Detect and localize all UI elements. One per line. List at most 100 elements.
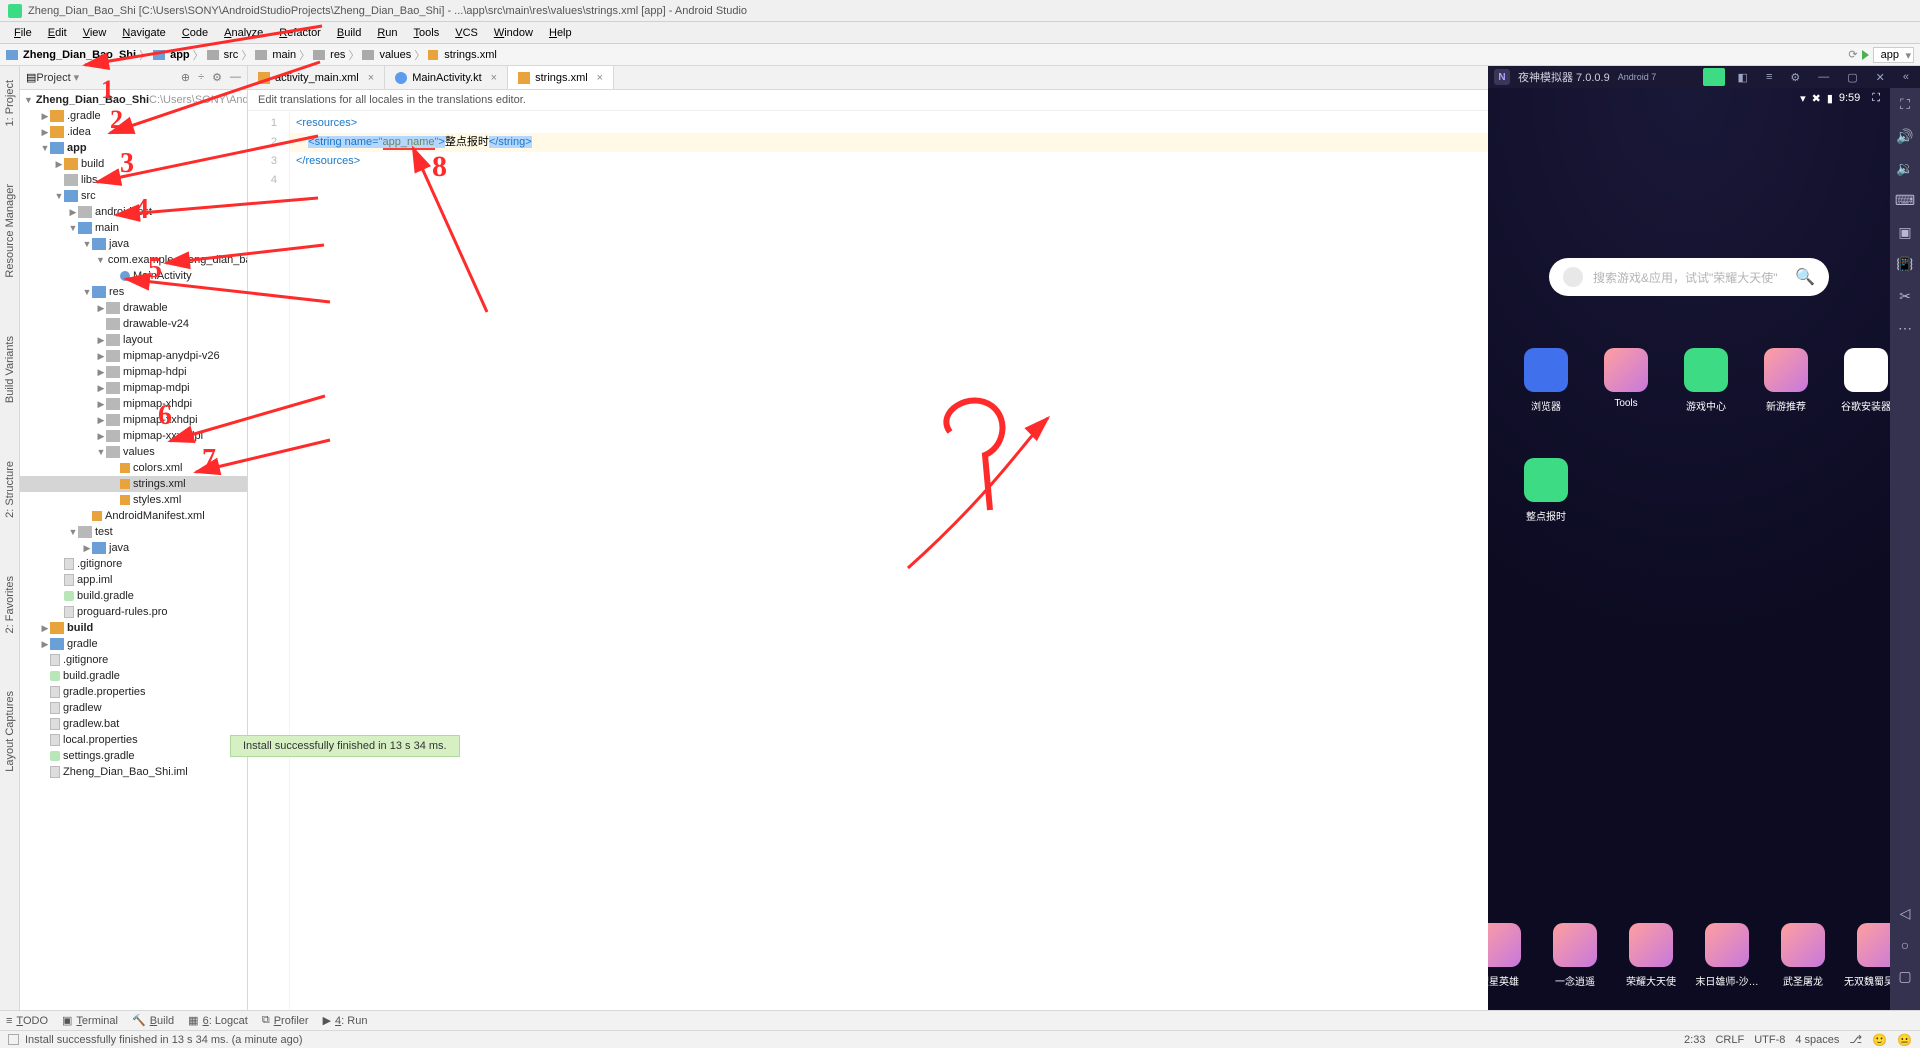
menu-tools[interactable]: Tools [406,24,448,42]
emulator-screen[interactable]: ▾ ✖ ▮ 9:59 ⛶ 搜索游戏&应用，试试"荣耀大天使" 🔍 浏览器Tool… [1488,88,1890,1010]
tree-item[interactable]: drawable-v24 [20,316,247,332]
tree-item[interactable]: ▼main [20,220,247,236]
settings-gear-icon[interactable]: ⚙ [1785,69,1805,86]
tree-item[interactable]: ▶.gradle [20,108,247,124]
code-line[interactable]: <resources> [290,114,1488,133]
recents-icon[interactable]: ▢ [1898,968,1911,985]
tree-item[interactable]: ▶java [20,540,247,556]
gear-icon[interactable]: ⚙ [212,71,222,84]
tree-item[interactable]: local.properties [20,732,247,748]
launcher-app[interactable]: 一念逍遥 [1553,923,1597,988]
tree-item[interactable]: libs [20,172,247,188]
editor-tab[interactable]: activity_main.xml× [248,66,385,89]
more-icon[interactable]: ⋯ [1898,320,1912,337]
tree-item[interactable]: ▼java [20,236,247,252]
expand-icon[interactable]: ⛶ [1900,96,1910,113]
tree-item[interactable]: ▶mipmap-xxhdpi [20,412,247,428]
menu-vcs[interactable]: VCS [447,24,486,42]
bottom-tab-profiler[interactable]: ⧉Profiler [262,1014,309,1027]
launcher-app[interactable]: 浏览器 [1524,348,1568,413]
menu-refactor[interactable]: Refactor [271,24,329,42]
tree-item[interactable]: ▶build [20,156,247,172]
tool-windows-toggle-icon[interactable] [8,1034,19,1045]
launcher-app[interactable]: 荣耀大天使 [1629,923,1673,988]
launcher-app[interactable]: 武圣屠龙 [1781,923,1825,988]
menu-build[interactable]: Build [329,24,369,42]
sync-icon[interactable]: ⟳ [1848,48,1857,61]
tree-item[interactable]: ▶drawable [20,300,247,316]
bottom-tab-todo[interactable]: ≡TODO [6,1015,48,1027]
menu-code[interactable]: Code [174,24,216,42]
project-scope-selector[interactable]: Project [36,72,70,84]
tree-item[interactable]: ▶mipmap-hdpi [20,364,247,380]
tree-item[interactable]: ▼app [20,140,247,156]
translations-banner[interactable]: Edit translations for all locales in the… [248,90,1488,111]
close-tab-icon[interactable]: × [491,72,497,84]
app-icon[interactable] [1524,348,1568,392]
app-icon[interactable] [1604,348,1648,392]
app-icon[interactable] [1764,348,1808,392]
tree-item[interactable]: ▶build [20,620,247,636]
tree-item[interactable]: gradle.properties [20,684,247,700]
launcher-app[interactable]: 新游推荐 [1764,348,1808,413]
tree-item[interactable]: strings.xml [20,476,247,492]
close-tab-icon[interactable]: × [597,72,603,84]
maximize-icon[interactable]: ▢ [1842,69,1862,86]
tool-tab-resourcemanager[interactable]: Resource Manager [2,180,18,282]
tree-item[interactable]: .gitignore [20,556,247,572]
tree-item[interactable]: MainActivity [20,268,247,284]
tree-item[interactable]: build.gradle [20,668,247,684]
home-icon[interactable]: ○ [1901,937,1909,953]
launcher-search-bar[interactable]: 搜索游戏&应用，试试"荣耀大天使" 🔍 [1549,258,1829,296]
tree-item[interactable]: ▼res [20,284,247,300]
file-encoding[interactable]: UTF-8 [1754,1034,1785,1046]
fullscreen-icon[interactable]: ⛶ [1872,92,1880,105]
code-line[interactable]: </resources> [290,152,1488,171]
memory-face-icon[interactable]: 😐 [1897,1033,1912,1047]
project-tree[interactable]: ▼Zheng_Dian_Bao_Shi C:\Users\SONY\Andro▶… [20,90,247,1010]
menu-icon[interactable]: ≡ [1761,69,1777,85]
tree-root[interactable]: ▼Zheng_Dian_Bao_Shi C:\Users\SONY\Andro [20,92,247,108]
tree-item[interactable]: ▶layout [20,332,247,348]
editor-tab[interactable]: strings.xml× [508,66,614,89]
editor-tab[interactable]: MainActivity.kt× [385,66,508,89]
breadcrumb-file[interactable]: strings.xml [444,49,497,61]
tree-item[interactable]: gradlew.bat [20,716,247,732]
screenshot-icon[interactable]: ▣ [1898,224,1911,241]
app-icon[interactable] [1781,923,1825,967]
bottom-tab-logcat[interactable]: ▦6: Logcat [188,1014,248,1027]
run-config-selector[interactable]: app [1873,47,1914,63]
breadcrumb-item[interactable]: src [224,49,239,61]
caret-position[interactable]: 2:33 [1684,1034,1705,1046]
string-value[interactable]: 整点报时 [445,136,489,148]
tool-tab-structure[interactable]: 2: Structure [2,457,18,522]
tree-item[interactable]: ▼com.example.zheng_dian_bao [20,252,247,268]
close-tab-icon[interactable]: × [368,72,374,84]
tree-item[interactable]: ▶mipmap-xxxhdpi [20,428,247,444]
breadcrumb-root[interactable]: Zheng_Dian_Bao_Shi [23,49,136,61]
code-line[interactable]: <string name="app_name">整点报时</string> [290,133,1488,152]
tool-tab-favorites[interactable]: 2: Favorites [2,572,18,637]
app-icon[interactable] [1488,923,1521,967]
tree-item[interactable]: gradlew [20,700,247,716]
close-icon[interactable]: ✕ [1871,69,1890,86]
app-icon[interactable] [1629,923,1673,967]
breadcrumb-item[interactable]: values [379,49,411,61]
menu-help[interactable]: Help [541,24,580,42]
tree-item[interactable]: ▶.idea [20,124,247,140]
tree-item[interactable]: settings.gradle [20,748,247,764]
tree-item[interactable]: ▶mipmap-xhdpi [20,396,247,412]
run-icon[interactable] [1862,50,1869,60]
menu-window[interactable]: Window [486,24,541,42]
bottom-tab-run[interactable]: ▶4: Run [323,1014,368,1027]
collapse-sidebar-icon[interactable]: « [1898,69,1914,85]
menu-view[interactable]: View [75,24,115,42]
line-separator[interactable]: CRLF [1715,1034,1744,1046]
tool-tab-buildvariants[interactable]: Build Variants [2,332,18,407]
launcher-app[interactable]: 无双魏蜀吴（… [1857,923,1890,988]
target-icon[interactable]: ⊕ [181,71,190,84]
back-icon[interactable]: ◁ [1900,905,1911,922]
tree-item[interactable]: build.gradle [20,588,247,604]
launcher-app[interactable]: 整点报时 [1524,458,1568,523]
tree-item[interactable]: proguard-rules.pro [20,604,247,620]
